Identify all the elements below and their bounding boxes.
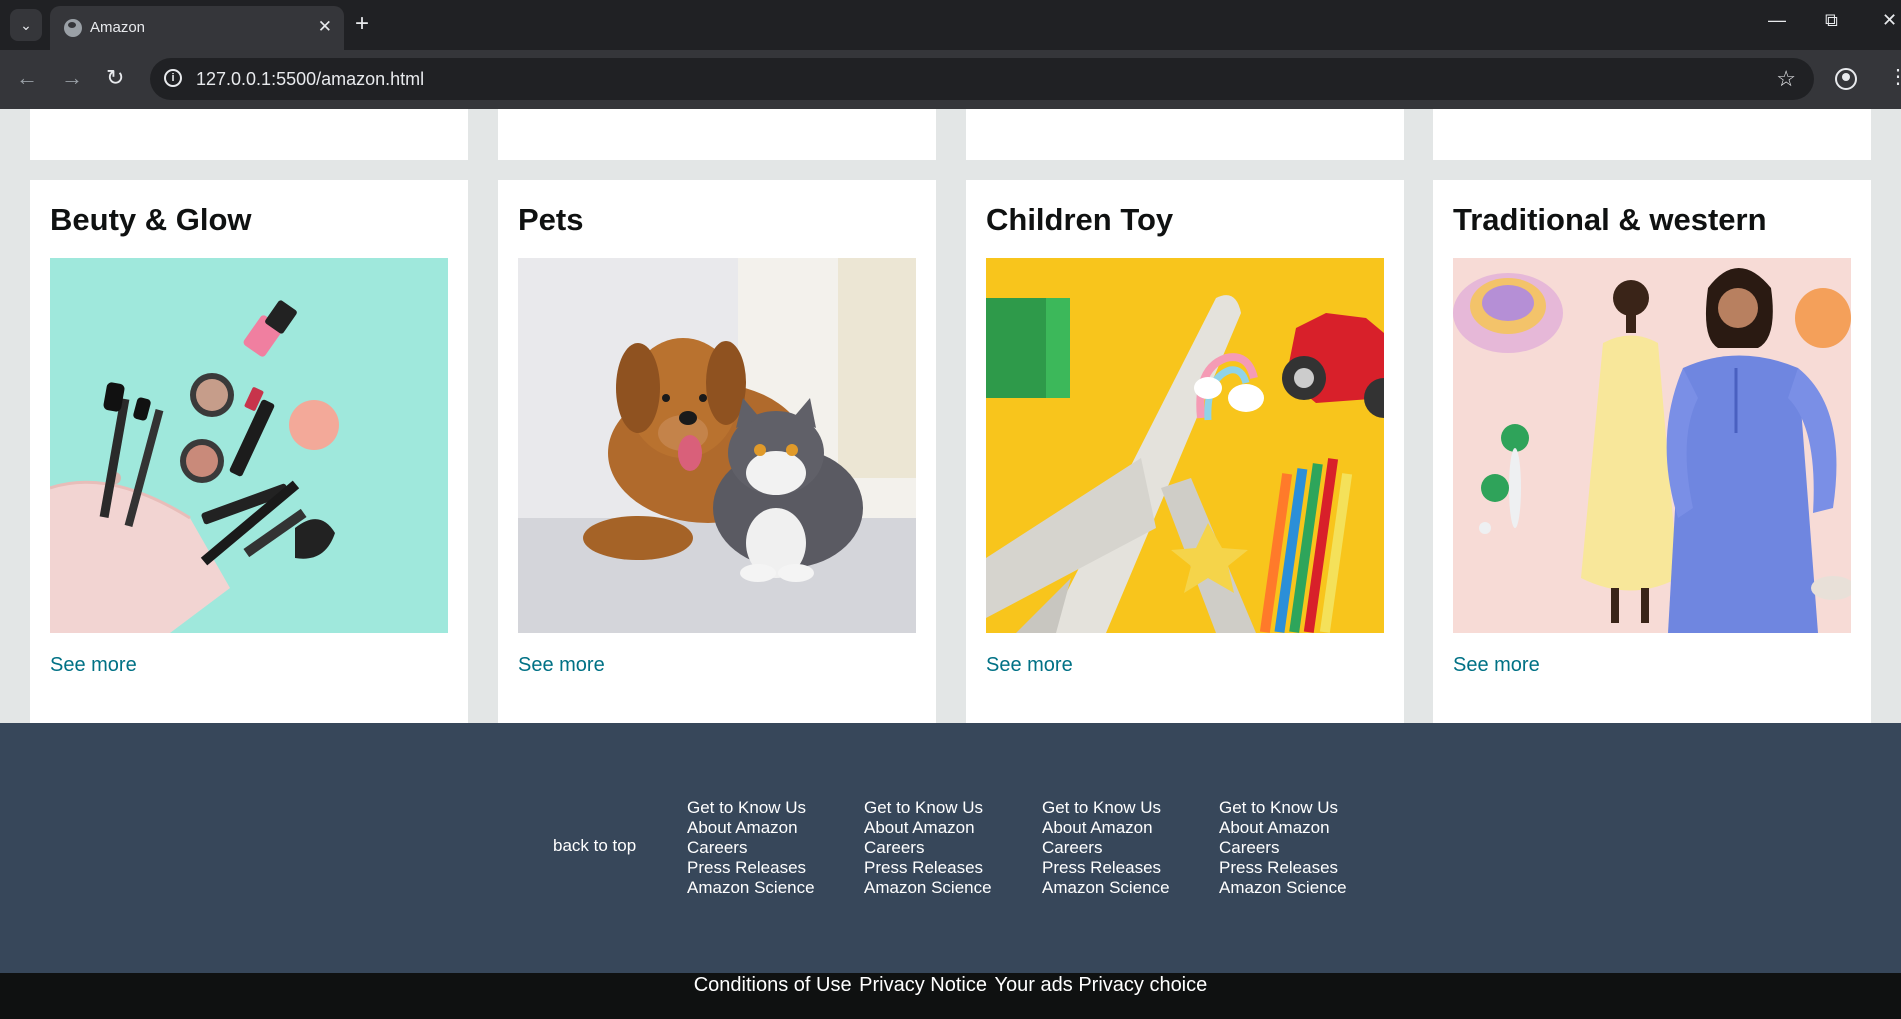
- see-more-link[interactable]: See more: [1453, 654, 1540, 677]
- kebab-menu-icon[interactable]: ⋮: [1888, 64, 1901, 89]
- footer-link[interactable]: Press Releases: [864, 858, 992, 878]
- browser-tab-bar: ⌄ Amazon ✕ + — ⧉ ✕: [0, 0, 1901, 50]
- card-partial: [30, 109, 468, 160]
- card-title: Traditional & western: [1453, 202, 1767, 237]
- footer-link[interactable]: About Amazon: [1042, 818, 1170, 838]
- back-icon[interactable]: ←: [16, 66, 38, 90]
- card-partial: [1433, 109, 1871, 160]
- footer-link[interactable]: About Amazon: [687, 818, 815, 838]
- footer-link[interactable]: About Amazon: [864, 818, 992, 838]
- browser-toolbar: ← → ↻ i 127.0.0.1:5500/amazon.html ☆ ⋮: [0, 50, 1901, 109]
- footer-heading: Get to Know Us: [1042, 798, 1162, 817]
- footer-link[interactable]: Press Releases: [1042, 858, 1170, 878]
- footer-heading: Get to Know Us: [687, 798, 807, 817]
- card-title: Pets: [518, 202, 584, 237]
- back-to-top-link[interactable]: back to top: [553, 836, 636, 856]
- address-bar[interactable]: i 127.0.0.1:5500/amazon.html ☆: [150, 58, 1814, 100]
- conditions-of-use-link[interactable]: Conditions of Use: [694, 974, 852, 996]
- footer-column: Get to Know Us About Amazon Careers Pres…: [1219, 798, 1347, 898]
- footer-heading: Get to Know Us: [864, 798, 984, 817]
- footer-column: Get to Know Us About Amazon Careers Pres…: [864, 798, 992, 898]
- see-more-link[interactable]: See more: [518, 654, 605, 677]
- category-card-fashion: Traditional & western See more: [1433, 180, 1871, 723]
- footer-link[interactable]: Amazon Science: [1042, 878, 1170, 898]
- category-card-pets: Pets See more: [498, 180, 936, 723]
- footer-link[interactable]: Press Releases: [1219, 858, 1347, 878]
- restore-icon[interactable]: ⧉: [1825, 10, 1838, 31]
- close-window-icon[interactable]: ✕: [1882, 10, 1897, 31]
- new-tab-icon[interactable]: +: [355, 10, 369, 38]
- footer-link[interactable]: Press Releases: [687, 858, 815, 878]
- category-card-beauty: Beuty & Glow See more: [30, 180, 468, 723]
- footer-link[interactable]: Careers: [864, 838, 992, 858]
- see-more-link[interactable]: See more: [50, 654, 137, 677]
- footer-link[interactable]: Amazon Science: [864, 878, 992, 898]
- profile-icon[interactable]: [1835, 68, 1857, 90]
- footer-column: Get to Know Us About Amazon Careers Pres…: [687, 798, 815, 898]
- footer-link[interactable]: Careers: [687, 838, 815, 858]
- dog-and-cat-image[interactable]: [518, 258, 916, 633]
- ads-privacy-choice-link[interactable]: Your ads Privacy choice: [995, 974, 1208, 996]
- browser-tab[interactable]: Amazon ✕: [50, 6, 344, 50]
- footer-heading: Get to Know Us: [1219, 798, 1339, 817]
- fashion-models-image[interactable]: [1453, 258, 1851, 633]
- card-title: Beuty & Glow: [50, 202, 252, 237]
- footer-link[interactable]: Careers: [1042, 838, 1170, 858]
- footer-link[interactable]: About Amazon: [1219, 818, 1347, 838]
- tab-search-chevron-icon[interactable]: ⌄: [10, 9, 42, 41]
- privacy-notice-link[interactable]: Privacy Notice: [859, 974, 987, 996]
- footer-column: Get to Know Us About Amazon Careers Pres…: [1042, 798, 1170, 898]
- children-toys-image[interactable]: [986, 258, 1384, 633]
- bookmark-star-icon[interactable]: ☆: [1776, 66, 1796, 92]
- forward-icon[interactable]: →: [61, 66, 83, 90]
- category-card-toys: Children Toy See more: [966, 180, 1404, 723]
- globe-icon: [64, 19, 82, 37]
- footer-link[interactable]: Careers: [1219, 838, 1347, 858]
- footer: back to top Get to Know Us About Amazon …: [0, 723, 1901, 973]
- footer-link[interactable]: Amazon Science: [687, 878, 815, 898]
- bottom-legal-bar: Conditions of Use Privacy Notice Your ad…: [0, 973, 1901, 1019]
- see-more-link[interactable]: See more: [986, 654, 1073, 677]
- card-partial: [498, 109, 936, 160]
- card-partial: [966, 109, 1404, 160]
- minimize-icon[interactable]: —: [1768, 10, 1786, 31]
- legal-links: Conditions of Use Privacy Notice Your ad…: [0, 973, 1901, 997]
- card-title: Children Toy: [986, 202, 1174, 237]
- url-text[interactable]: 127.0.0.1:5500/amazon.html: [196, 69, 424, 90]
- beauty-products-image[interactable]: [50, 258, 448, 633]
- site-info-icon[interactable]: i: [164, 69, 182, 87]
- reload-icon[interactable]: ↻: [106, 66, 124, 90]
- footer-link[interactable]: Amazon Science: [1219, 878, 1347, 898]
- close-tab-icon[interactable]: ✕: [318, 17, 332, 37]
- tab-title: Amazon: [90, 19, 146, 36]
